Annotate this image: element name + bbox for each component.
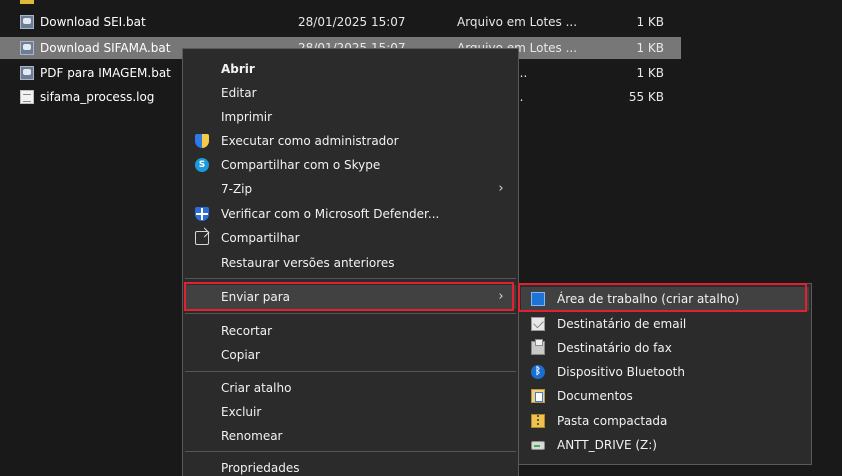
menu-separator	[185, 371, 516, 372]
menu-item-criar-atalho[interactable]: Criar atalho	[185, 376, 516, 400]
log-file-icon	[20, 90, 34, 104]
menu-separator	[185, 278, 516, 279]
bat-file-icon	[20, 66, 34, 80]
menu-item-label: Executar como administrador	[221, 134, 399, 148]
menu-item-executar-admin[interactable]: Executar como administrador	[185, 129, 516, 153]
submenu-item-label: Pasta compactada	[557, 414, 668, 428]
explorer-window: Download SEI.bat 28/01/2025 15:07 Arquiv…	[0, 0, 842, 476]
network-drive-icon	[531, 441, 545, 450]
menu-item-label: Propriedades	[221, 461, 300, 475]
menu-item-label: Excluir	[221, 405, 262, 419]
menu-item-restaurar-versoes[interactable]: Restaurar versões anteriores	[185, 251, 516, 275]
menu-item-label: Criar atalho	[221, 381, 292, 395]
file-row[interactable]: Download SEI.bat 28/01/2025 15:07 Arquiv…	[0, 11, 681, 33]
submenu-item-area-de-trabalho[interactable]: Área de trabalho (criar atalho)	[521, 287, 809, 311]
file-size: 1 KB	[636, 66, 664, 80]
file-date: 28/01/2025 15:07	[298, 15, 406, 29]
submenu-item-label: Área de trabalho (criar atalho)	[557, 292, 740, 306]
menu-item-defender[interactable]: Verificar com o Microsoft Defender...	[185, 202, 516, 226]
menu-item-editar[interactable]: Editar	[185, 81, 516, 105]
menu-item-label: Renomear	[221, 429, 283, 443]
submenu-item-pasta-compactada[interactable]: Pasta compactada	[521, 409, 809, 433]
submenu-item-documentos[interactable]: Documentos	[521, 384, 809, 408]
file-size: 55 KB	[628, 90, 664, 104]
zip-folder-icon	[531, 414, 545, 428]
menu-item-skype[interactable]: S Compartilhar com o Skype	[185, 153, 516, 177]
menu-item-7zip[interactable]: 7-Zip ›	[185, 177, 516, 201]
share-icon	[195, 231, 209, 245]
chevron-right-icon: ›	[498, 181, 504, 196]
menu-item-imprimir[interactable]: Imprimir	[185, 105, 516, 129]
submenu-item-label: Destinatário de email	[557, 317, 687, 331]
menu-item-enviar-para[interactable]: Enviar para ›	[185, 285, 516, 309]
documents-icon	[531, 389, 545, 403]
defender-icon	[195, 207, 209, 221]
menu-item-propriedades[interactable]: Propriedades	[185, 456, 516, 476]
bluetooth-icon: ᛒ	[531, 365, 545, 379]
menu-item-label: Copiar	[221, 348, 260, 362]
menu-item-copiar[interactable]: Copiar	[185, 343, 516, 367]
menu-separator	[185, 313, 516, 314]
submenu-item-fax[interactable]: Destinatário do fax	[521, 336, 809, 360]
folder-icon	[20, 0, 34, 4]
send-to-submenu: Área de trabalho (criar atalho) Destinat…	[518, 283, 812, 465]
file-name: PDF para IMAGEM.bat	[40, 66, 171, 80]
submenu-item-label: Documentos	[557, 389, 633, 403]
submenu-item-email[interactable]: Destinatário de email	[521, 312, 809, 336]
file-size: 1 KB	[636, 15, 664, 29]
menu-item-label: Abrir	[221, 62, 255, 76]
menu-item-label: Editar	[221, 86, 257, 100]
menu-separator	[185, 451, 516, 452]
skype-icon: S	[195, 158, 209, 172]
fax-icon	[531, 339, 545, 355]
menu-item-label: Imprimir	[221, 110, 273, 124]
file-size: 1 KB	[636, 41, 664, 55]
menu-item-label: Compartilhar	[221, 231, 300, 245]
desktop-icon	[531, 292, 545, 306]
menu-item-compartilhar[interactable]: Compartilhar	[185, 226, 516, 250]
file-name: sifama_process.log	[40, 90, 155, 104]
file-name: Download SEI.bat	[40, 15, 146, 29]
menu-item-label: Enviar para	[221, 290, 290, 304]
chevron-right-icon: ›	[498, 289, 504, 304]
mail-icon	[531, 317, 545, 331]
menu-item-renomear[interactable]: Renomear	[185, 424, 516, 448]
submenu-item-label: Dispositivo Bluetooth	[557, 365, 685, 379]
file-type: Arquivo em Lotes ...	[457, 15, 578, 29]
menu-item-excluir[interactable]: Excluir	[185, 400, 516, 424]
menu-item-label: Restaurar versões anteriores	[221, 256, 395, 270]
menu-item-label: Recortar	[221, 324, 273, 338]
menu-item-recortar[interactable]: Recortar	[185, 319, 516, 343]
uac-shield-icon	[195, 134, 209, 148]
submenu-item-bluetooth[interactable]: ᛒ Dispositivo Bluetooth	[521, 360, 809, 384]
submenu-item-label: ANTT_DRIVE (Z:)	[557, 438, 657, 452]
file-name: Download SIFAMA.bat	[40, 41, 171, 55]
menu-item-label: 7-Zip	[221, 182, 253, 196]
submenu-item-antt-drive[interactable]: ANTT_DRIVE (Z:)	[521, 433, 809, 457]
bat-file-icon	[20, 15, 34, 29]
menu-item-label: Compartilhar com o Skype	[221, 158, 381, 172]
submenu-item-label: Destinatário do fax	[557, 341, 672, 355]
menu-item-label: Verificar com o Microsoft Defender...	[221, 207, 440, 221]
menu-item-abrir[interactable]: Abrir	[185, 57, 516, 81]
context-menu: Abrir Editar Imprimir Executar como admi…	[182, 48, 519, 476]
bat-file-icon	[20, 41, 34, 55]
